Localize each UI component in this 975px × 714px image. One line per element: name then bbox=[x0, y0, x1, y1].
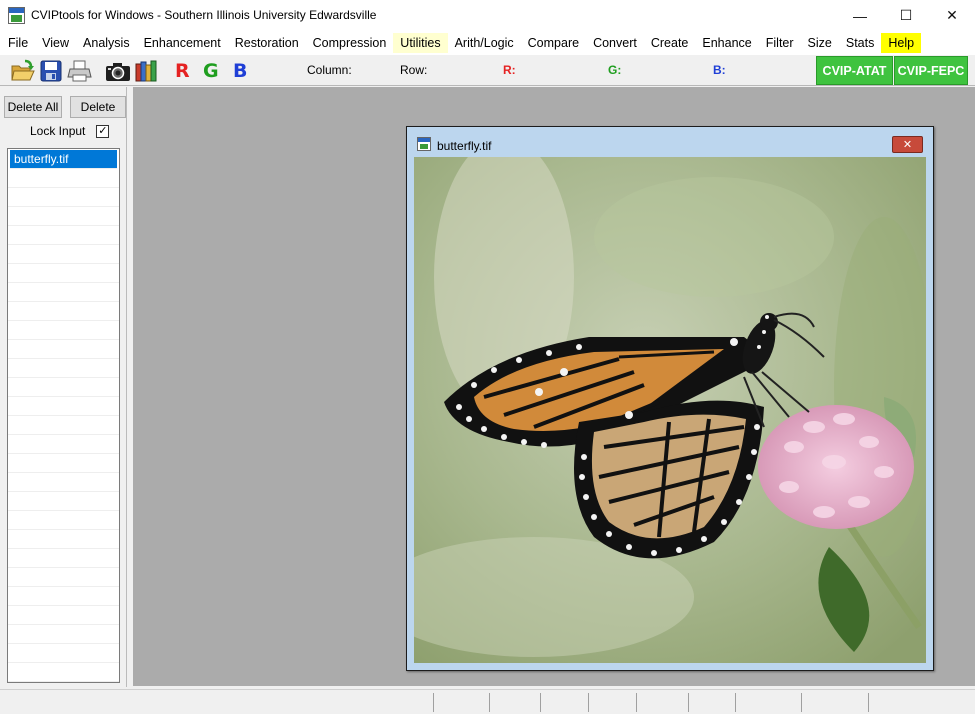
lock-input-row: Lock Input ✓ bbox=[30, 124, 110, 138]
blue-channel-button[interactable]: B bbox=[233, 60, 247, 82]
status-bar bbox=[0, 689, 975, 714]
printer-icon[interactable] bbox=[66, 58, 94, 83]
image-window-close-button[interactable]: ✕ bbox=[892, 136, 923, 153]
lock-input-checkbox[interactable]: ✓ bbox=[96, 124, 110, 138]
list-item-empty bbox=[8, 169, 119, 188]
list-item-empty bbox=[8, 321, 119, 340]
status-divider bbox=[540, 693, 541, 712]
image-list-panel: Delete All Delete Lock Input ✓ butterfly… bbox=[0, 87, 127, 687]
window-title: CVIPtools for Windows - Southern Illinoi… bbox=[31, 8, 377, 22]
menu-enhance[interactable]: Enhance bbox=[695, 33, 758, 53]
list-item-empty bbox=[8, 454, 119, 473]
books-icon[interactable] bbox=[133, 58, 161, 83]
list-item-empty bbox=[8, 302, 119, 321]
list-item-empty bbox=[8, 264, 119, 283]
list-item-empty bbox=[8, 226, 119, 245]
open-folder-icon[interactable] bbox=[9, 58, 37, 83]
status-divider bbox=[433, 693, 434, 712]
red-channel-button[interactable]: R bbox=[175, 60, 190, 82]
cvip-fepc-button[interactable]: CVIP-FEPC bbox=[894, 56, 968, 85]
menu-help[interactable]: Help bbox=[881, 33, 922, 53]
list-item-empty bbox=[8, 416, 119, 435]
menu-restoration[interactable]: Restoration bbox=[228, 33, 306, 53]
status-divider bbox=[801, 693, 802, 712]
menu-bar: File View Analysis Enhancement Restorati… bbox=[0, 31, 975, 55]
row-label: Row: bbox=[400, 63, 428, 77]
menu-view[interactable]: View bbox=[35, 33, 76, 53]
list-item-empty bbox=[8, 207, 119, 226]
list-item-empty bbox=[8, 530, 119, 549]
minimize-button[interactable]: — bbox=[837, 0, 883, 31]
list-item-empty bbox=[8, 663, 119, 682]
red-value-label: R: bbox=[503, 63, 516, 77]
image-file-list[interactable]: butterfly.tif bbox=[7, 148, 120, 683]
delete-all-button[interactable]: Delete All bbox=[4, 96, 62, 118]
menu-stats[interactable]: Stats bbox=[839, 33, 882, 53]
menu-analysis[interactable]: Analysis bbox=[76, 33, 137, 53]
close-button[interactable]: ✕ bbox=[929, 0, 975, 31]
status-divider bbox=[588, 693, 589, 712]
column-label: Column: bbox=[307, 63, 352, 77]
green-channel-button[interactable]: G bbox=[203, 60, 219, 82]
list-item-empty bbox=[8, 188, 119, 207]
list-item-empty bbox=[8, 283, 119, 302]
list-item[interactable]: butterfly.tif bbox=[10, 150, 117, 169]
maximize-button[interactable]: ☐ bbox=[883, 0, 929, 31]
list-item-empty bbox=[8, 245, 119, 264]
list-item-empty bbox=[8, 435, 119, 454]
list-item-empty bbox=[8, 378, 119, 397]
camera-icon[interactable] bbox=[104, 58, 132, 83]
butterfly-photo-illustration bbox=[414, 157, 926, 663]
image-window[interactable]: butterfly.tif ✕ bbox=[406, 126, 934, 671]
lock-input-label: Lock Input bbox=[30, 124, 86, 138]
status-divider bbox=[636, 693, 637, 712]
cviptools-app-icon bbox=[8, 7, 25, 24]
toolbar: R G B Column: Row: R: G: B: CVIP-ATAT CV… bbox=[0, 55, 975, 86]
menu-create[interactable]: Create bbox=[644, 33, 696, 53]
status-divider bbox=[688, 693, 689, 712]
status-divider bbox=[868, 693, 869, 712]
menu-filter[interactable]: Filter bbox=[759, 33, 801, 53]
list-item-empty bbox=[8, 625, 119, 644]
menu-utilities[interactable]: Utilities bbox=[393, 33, 448, 53]
list-item-empty bbox=[8, 359, 119, 378]
menu-convert[interactable]: Convert bbox=[586, 33, 644, 53]
status-divider bbox=[489, 693, 490, 712]
list-item-empty bbox=[8, 587, 119, 606]
image-window-title: butterfly.tif bbox=[437, 139, 492, 153]
menu-compare[interactable]: Compare bbox=[521, 33, 586, 53]
list-item-empty bbox=[8, 340, 119, 359]
list-item-empty bbox=[8, 397, 119, 416]
green-value-label: G: bbox=[608, 63, 622, 77]
delete-button[interactable]: Delete bbox=[70, 96, 126, 118]
menu-enhancement[interactable]: Enhancement bbox=[137, 33, 228, 53]
image-window-icon bbox=[417, 137, 431, 151]
status-divider bbox=[735, 693, 736, 712]
butterfly-image[interactable] bbox=[414, 157, 926, 663]
menu-compression[interactable]: Compression bbox=[306, 33, 394, 53]
list-item-empty bbox=[8, 644, 119, 663]
cvip-atat-button[interactable]: CVIP-ATAT bbox=[816, 56, 893, 85]
list-item-empty bbox=[8, 492, 119, 511]
menu-arith-logic[interactable]: Arith/Logic bbox=[448, 33, 521, 53]
list-item-empty bbox=[8, 606, 119, 625]
image-window-titlebar[interactable]: butterfly.tif ✕ bbox=[407, 127, 933, 157]
menu-size[interactable]: Size bbox=[801, 33, 839, 53]
list-item-empty bbox=[8, 511, 119, 530]
menu-file[interactable]: File bbox=[1, 33, 35, 53]
list-item-empty bbox=[8, 568, 119, 587]
checkmark-icon: ✓ bbox=[98, 124, 108, 137]
save-disk-icon[interactable] bbox=[38, 58, 64, 83]
blue-value-label: B: bbox=[713, 63, 726, 77]
title-bar: CVIPtools for Windows - Southern Illinoi… bbox=[0, 0, 975, 31]
list-item-empty bbox=[8, 473, 119, 492]
list-item-empty bbox=[8, 549, 119, 568]
